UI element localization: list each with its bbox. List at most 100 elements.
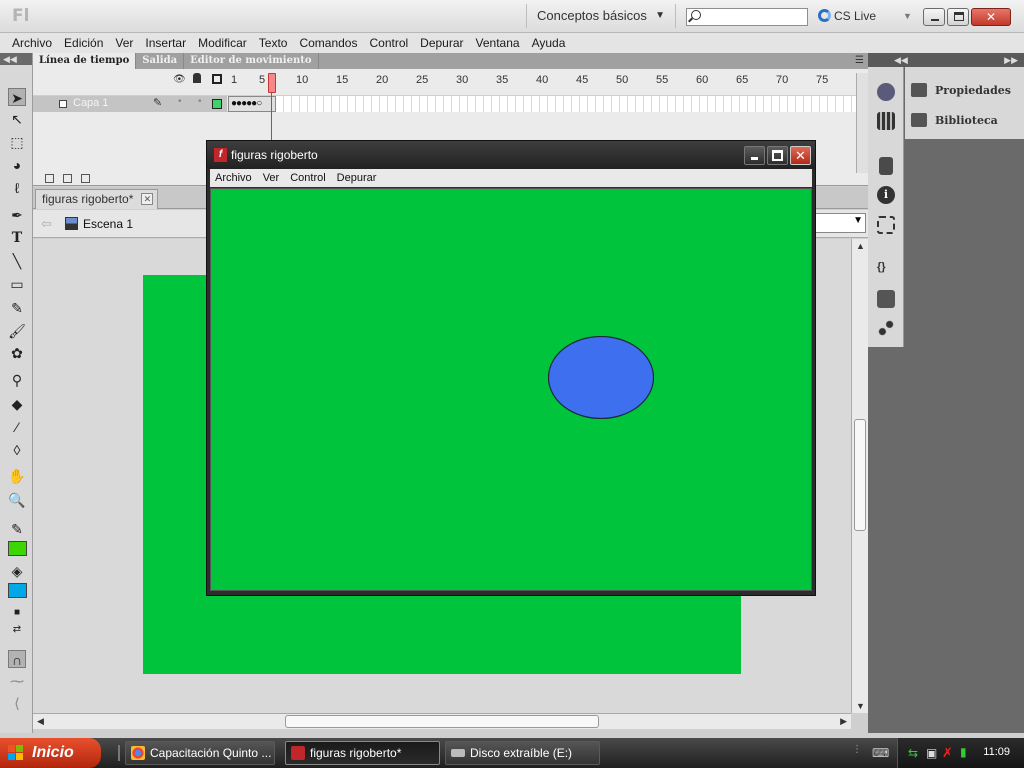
zoom-tool-icon[interactable]: 🔍 <box>8 491 26 509</box>
timeline-vertical-scrollbar[interactable] <box>856 73 868 173</box>
back-arrow-icon[interactable]: ⇦ <box>41 216 52 232</box>
workspace-switcher[interactable]: Conceptos básicos ▼ <box>526 4 676 28</box>
app-minimize-button[interactable] <box>923 8 945 26</box>
preview-menu-archivo[interactable]: Archivo <box>210 169 258 187</box>
menu-ver[interactable]: Ver <box>109 33 139 53</box>
document-tab[interactable]: figuras rigoberto* ✕ <box>35 189 159 209</box>
smooth-icon[interactable]: ⁓ <box>8 672 26 690</box>
eraser-tool-icon[interactable]: ◊ <box>8 441 26 459</box>
menu-texto[interactable]: Texto <box>253 33 294 53</box>
panel-propiedades[interactable]: Propiedades <box>911 83 1011 103</box>
components-panel-icon[interactable] <box>877 290 895 308</box>
signal-icon[interactable]: ▮ <box>960 745 967 759</box>
selection-tool-icon[interactable]: ➤ <box>8 88 26 106</box>
deco-tool-icon[interactable]: ✿ <box>8 344 26 362</box>
menu-edicion[interactable]: Edición <box>58 33 109 53</box>
new-folder-icon[interactable] <box>63 174 72 183</box>
scrollbar-thumb[interactable] <box>854 419 866 531</box>
zoom-select[interactable]: ▼ <box>814 213 866 233</box>
scene-label[interactable]: Escena 1 <box>83 217 133 231</box>
task-chrome[interactable]: Capacitación Quinto ... <box>125 741 275 765</box>
task-drive[interactable]: Disco extraíble (E:) <box>445 741 600 765</box>
paint-bucket-tool-icon[interactable]: ◆ <box>8 395 26 413</box>
layer-name-area[interactable]: Capa 1 ✎ • • <box>33 96 227 112</box>
delete-layer-icon[interactable] <box>81 174 90 183</box>
straighten-icon[interactable]: ⟨ <box>8 694 26 712</box>
fill-color-swatch[interactable] <box>8 583 27 598</box>
preview-close-button[interactable]: ✕ <box>790 146 811 165</box>
cs-live-dropdown-icon[interactable]: ▼ <box>903 11 912 21</box>
layer-name[interactable]: Capa 1 <box>73 97 108 109</box>
start-button[interactable]: Inicio <box>0 738 101 768</box>
cs-live-button[interactable]: CS Live <box>818 9 876 23</box>
stage-horizontal-scrollbar[interactable]: ◀ ▶ <box>33 713 851 729</box>
frame-cells[interactable] <box>228 96 856 112</box>
stroke-color-swatch[interactable] <box>8 541 27 556</box>
preview-titlebar[interactable]: f figuras rigoberto ✕ <box>207 141 815 169</box>
tab-linea-de-tiempo[interactable]: Línea de tiempo <box>33 53 137 69</box>
menu-modificar[interactable]: Modificar <box>192 33 253 53</box>
swap-colors-icon[interactable]: ⇄ <box>8 621 26 639</box>
preview-menu-depurar[interactable]: Depurar <box>332 169 383 187</box>
scroll-left-icon[interactable]: ◀ <box>37 716 44 727</box>
menu-comandos[interactable]: Comandos <box>293 33 363 53</box>
pen-tool-icon[interactable]: ✒ <box>8 206 26 224</box>
frame-ruler[interactable]: 1 5 10 15 20 25 30 35 40 45 50 55 60 65 … <box>228 71 858 87</box>
tools-collapse-icon[interactable]: ◀◀ <box>0 53 32 65</box>
hand-tool-icon[interactable]: ✋ <box>8 467 26 485</box>
motion-presets-icon[interactable] <box>877 319 895 337</box>
panel-biblioteca[interactable]: Biblioteca <box>911 113 998 133</box>
pencil-tool-icon[interactable]: ✎ <box>8 299 26 317</box>
actions-panel-icon[interactable]: {} <box>877 261 895 279</box>
dock-collapse-icon[interactable]: ◀◀ ▶▶ <box>868 53 1024 67</box>
layer-outline-color[interactable] <box>212 99 222 109</box>
menu-ventana[interactable]: Ventana <box>470 33 526 53</box>
keyframes[interactable]: ●●●●●○ <box>228 96 276 112</box>
network-icon[interactable]: ▣ <box>926 746 937 760</box>
text-tool-icon[interactable]: T <box>8 229 26 247</box>
brush-tool-icon[interactable]: 🖌 <box>8 322 26 340</box>
preview-maximize-button[interactable] <box>767 146 788 165</box>
menu-control[interactable]: Control <box>363 33 414 53</box>
menu-archivo[interactable]: Archivo <box>6 33 58 53</box>
bone-tool-icon[interactable]: ⚲ <box>8 371 26 389</box>
snap-magnet-icon[interactable]: ∩ <box>8 650 26 668</box>
safely-remove-icon[interactable]: ⇆ <box>908 746 918 760</box>
task-flash[interactable]: figuras rigoberto* <box>285 741 440 765</box>
menu-insertar[interactable]: Insertar <box>139 33 192 53</box>
preview-menu-control[interactable]: Control <box>285 169 331 187</box>
layer-visibility-dot[interactable]: • <box>178 96 182 107</box>
line-tool-icon[interactable]: ╲ <box>8 252 26 270</box>
keyboard-icon[interactable]: ⌨ <box>872 746 889 760</box>
eye-icon[interactable]: 👁 <box>173 74 186 85</box>
transform-panel-icon[interactable] <box>877 216 895 234</box>
free-transform-tool-icon[interactable]: ⬚ <box>8 133 26 151</box>
stage-vertical-scrollbar[interactable]: ▲ ▼ <box>851 239 868 713</box>
new-layer-icon[interactable] <box>45 174 54 183</box>
subselection-tool-icon[interactable]: ↖ <box>8 110 26 128</box>
3d-rotation-tool-icon[interactable]: ◕ <box>8 156 26 174</box>
preview-menu-ver[interactable]: Ver <box>258 169 286 187</box>
black-white-icon[interactable]: ■ <box>8 604 26 622</box>
outline-icon[interactable] <box>212 74 222 84</box>
rectangle-tool-icon[interactable]: ▭ <box>8 275 26 293</box>
color-panel-icon[interactable] <box>877 83 895 101</box>
eyedropper-tool-icon[interactable]: ⁄ <box>8 418 26 436</box>
scroll-down-icon[interactable]: ▼ <box>856 701 865 711</box>
lasso-tool-icon[interactable]: ℓ <box>8 179 26 197</box>
align-panel-icon[interactable] <box>879 157 893 175</box>
lock-icon[interactable] <box>193 73 201 83</box>
antivirus-icon[interactable]: ✗ <box>942 745 953 761</box>
layer-row[interactable]: Capa 1 ✎ • • ●●●●●○ <box>33 95 856 112</box>
close-icon[interactable]: ✕ <box>141 193 154 205</box>
panel-menu-icon[interactable]: ☰ <box>855 55 864 66</box>
help-search-input[interactable] <box>686 8 808 26</box>
info-icon[interactable]: i <box>877 186 895 204</box>
menu-ayuda[interactable]: Ayuda <box>526 33 572 53</box>
swatches-panel-icon[interactable] <box>877 112 895 130</box>
scroll-up-icon[interactable]: ▲ <box>856 241 865 251</box>
layer-lock-dot[interactable]: • <box>198 96 202 107</box>
app-close-button[interactable]: ✕ <box>971 8 1011 26</box>
scroll-right-icon[interactable]: ▶ <box>840 716 847 727</box>
scrollbar-thumb[interactable] <box>285 715 599 728</box>
